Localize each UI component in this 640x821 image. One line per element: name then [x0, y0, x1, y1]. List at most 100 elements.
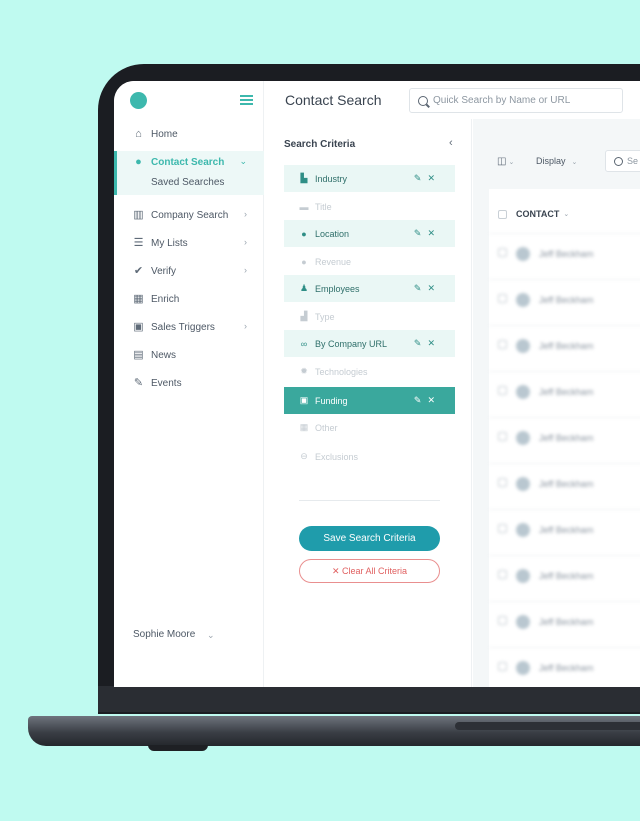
gear-icon: ✹ [300, 366, 308, 376]
criteria-other[interactable]: ▦ Other [284, 414, 455, 441]
edit-remove-icons[interactable]: ✎✕ [414, 228, 441, 239]
contact-name[interactable]: Jeff Beckham [539, 617, 593, 627]
table-row[interactable]: Jeff Beckham [489, 417, 640, 463]
sidebar-item-enrich[interactable]: ▦ Enrich [114, 288, 264, 310]
column-header-contact[interactable]: CONTACT [516, 209, 559, 219]
sidebar-item-home[interactable]: ⌂ Home [114, 123, 264, 145]
table-row[interactable]: Jeff Beckham [489, 509, 640, 555]
sidebar-item-company-search[interactable]: ▥ Company Search › [114, 204, 264, 226]
edit-remove-icons[interactable]: ✎✕ [414, 173, 441, 184]
clear-all-criteria-button[interactable]: ✕ Clear All Criteria [299, 559, 440, 583]
link-icon: ∞ [300, 338, 308, 349]
table-row[interactable]: Jeff Beckham [489, 647, 640, 687]
minus-circle-icon: ⊖ [300, 451, 308, 461]
table-header: CONTACT ⌄ [498, 209, 569, 219]
sidebar-item-events[interactable]: ✎ Events [114, 372, 264, 394]
sidebar: ⌂ Home ● Contact Search ⌄ Saved Searches… [114, 81, 264, 687]
chevron-right-icon: › [244, 237, 247, 247]
table-row[interactable]: Jeff Beckham [489, 325, 640, 371]
chevron-down-icon[interactable]: ⌄ [207, 630, 215, 641]
row-checkbox[interactable] [498, 386, 507, 395]
chevron-right-icon: › [244, 209, 247, 219]
contact-name[interactable]: Jeff Beckham [539, 387, 593, 397]
row-checkbox[interactable] [498, 616, 507, 625]
home-icon: ⌂ [135, 127, 142, 140]
laptop-hinge [98, 686, 640, 712]
quick-search[interactable] [409, 88, 623, 113]
dollar-icon: ● [301, 256, 307, 267]
row-checkbox[interactable] [498, 662, 507, 671]
hamburger-menu-icon[interactable] [240, 95, 253, 105]
list-icon: ☰ [133, 236, 144, 249]
results-search[interactable]: Se [605, 150, 640, 172]
edit-remove-icons[interactable]: ✎✕ [414, 338, 441, 349]
criteria-revenue[interactable]: ● Revenue [284, 248, 455, 275]
user-name[interactable]: Sophie Moore [133, 629, 195, 640]
row-checkbox[interactable] [498, 570, 507, 579]
criteria-title: Search Criteria [284, 139, 356, 150]
criteria-technologies[interactable]: ✹ Technologies [284, 358, 455, 385]
table-row[interactable]: Jeff Beckham [489, 601, 640, 647]
contact-name[interactable]: Jeff Beckham [539, 341, 593, 351]
divider [299, 500, 440, 501]
contact-name[interactable]: Jeff Beckham [539, 295, 593, 305]
contact-name[interactable]: Jeff Beckham [539, 663, 593, 673]
search-icon [418, 95, 428, 106]
criteria-location[interactable]: ● Location ✎✕ [284, 220, 455, 247]
contact-name[interactable]: Jeff Beckham [539, 525, 593, 535]
sidebar-item-sales-triggers[interactable]: ▣ Sales Triggers › [114, 316, 264, 338]
avatar [516, 615, 530, 629]
sidebar-item-contact-search[interactable]: ● Contact Search ⌄ [114, 151, 264, 173]
check-circle-icon: ✔ [133, 264, 144, 277]
chevron-down-icon[interactable]: ⌄ [563, 210, 569, 218]
avatar [516, 293, 530, 307]
row-checkbox[interactable] [498, 340, 507, 349]
select-all-checkbox[interactable] [498, 209, 507, 219]
avatar [516, 661, 530, 675]
contact-name[interactable]: Jeff Beckham [539, 479, 593, 489]
chevron-down-icon: ⌄ [571, 159, 578, 166]
contact-name[interactable]: Jeff Beckham [539, 571, 593, 581]
building-icon: ▙ [300, 173, 308, 183]
criteria-exclusions[interactable]: ⊖ Exclusions [284, 443, 455, 470]
avatar [516, 477, 530, 491]
columns-toggle[interactable]: ◫ ⌄ [497, 156, 514, 167]
row-checkbox[interactable] [498, 524, 507, 533]
contact-name[interactable]: Jeff Beckham [539, 249, 593, 259]
row-checkbox[interactable] [498, 248, 507, 257]
quick-search-input[interactable] [433, 95, 613, 106]
criteria-industry[interactable]: ▙ Industry ✎✕ [284, 165, 455, 192]
table-row[interactable]: Jeff Beckham [489, 463, 640, 509]
criteria-by-company-url[interactable]: ∞ By Company URL ✎✕ [284, 330, 455, 357]
contact-name[interactable]: Jeff Beckham [539, 433, 593, 443]
row-checkbox[interactable] [498, 478, 507, 487]
display-dropdown[interactable]: Display ⌄ [536, 156, 577, 166]
table-row[interactable]: Jeff Beckham [489, 279, 640, 325]
sidebar-item-verify[interactable]: ✔ Verify › [114, 260, 264, 282]
chevron-left-icon[interactable]: ‹ [449, 137, 453, 149]
criteria-title-field[interactable]: ▬ Title [284, 193, 455, 220]
results-panel: ◫ ⌄ Display ⌄ Se CONTACT ⌄ Jeff Beckham Jef… [473, 119, 640, 687]
criteria-funding[interactable]: ▣ Funding ✎✕ [284, 387, 455, 414]
logo [130, 92, 147, 109]
chevron-down-icon: ⌄ [239, 156, 247, 166]
table-row[interactable]: Jeff Beckham [489, 233, 640, 279]
newspaper-icon: ▤ [133, 348, 144, 361]
edit-remove-icons[interactable]: ✎✕ [414, 283, 441, 294]
edit-remove-icons[interactable]: ✎✕ [414, 395, 441, 406]
row-checkbox[interactable] [498, 294, 507, 303]
sidebar-subitem-saved-searches[interactable]: Saved Searches [151, 177, 224, 188]
table-row[interactable]: Jeff Beckham [489, 371, 640, 417]
table-row[interactable]: Jeff Beckham [489, 555, 640, 601]
search-icon [614, 156, 623, 166]
avatar [516, 339, 530, 353]
building-icon: ▥ [133, 208, 144, 221]
money-icon: ▣ [299, 395, 309, 405]
row-checkbox[interactable] [498, 432, 507, 441]
criteria-type[interactable]: ▟ Type [284, 303, 455, 330]
sidebar-item-news[interactable]: ▤ News [114, 344, 264, 366]
contacts-table: CONTACT ⌄ Jeff Beckham Jeff Beckham Jeff B… [489, 189, 640, 687]
sidebar-item-my-lists[interactable]: ☰ My Lists › [114, 232, 264, 254]
criteria-employees[interactable]: ♟ Employees ✎✕ [284, 275, 455, 302]
save-search-criteria-button[interactable]: Save Search Criteria [299, 526, 440, 551]
